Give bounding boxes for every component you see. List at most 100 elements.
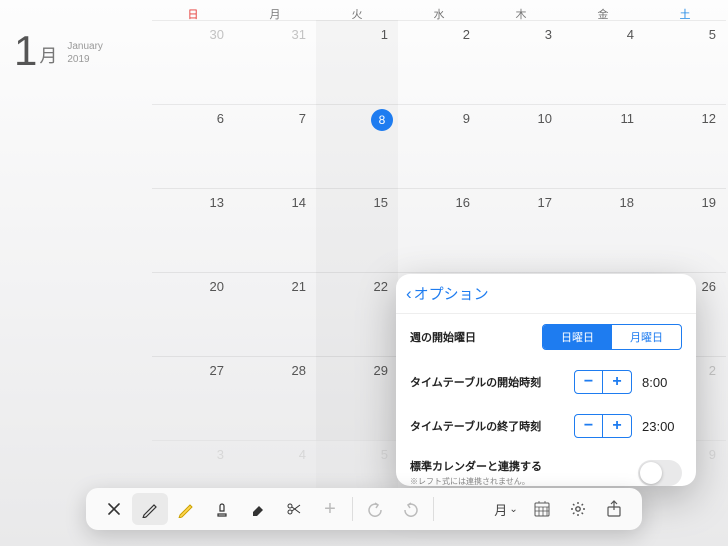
date-number: 4 <box>299 447 306 462</box>
plus-icon[interactable]: + <box>603 415 631 437</box>
calendar-cell[interactable]: 8 <box>316 104 398 188</box>
date-number: 22 <box>374 279 388 294</box>
month-english: January <box>67 40 103 53</box>
scissors-tool-button[interactable] <box>276 493 312 525</box>
add-button[interactable]: + <box>312 493 348 525</box>
settings-button[interactable] <box>560 493 596 525</box>
calendar-cell[interactable]: 14 <box>234 188 316 272</box>
date-number: 6 <box>217 111 224 126</box>
month-number: 1 <box>14 30 37 72</box>
highlighter-tool-button[interactable] <box>168 493 204 525</box>
date-number: 19 <box>702 195 716 210</box>
calendar-cell[interactable]: 15 <box>316 188 398 272</box>
calendar-cell[interactable]: 12 <box>644 104 726 188</box>
date-number: 13 <box>210 195 224 210</box>
eraser-tool-button[interactable] <box>240 493 276 525</box>
date-number: 10 <box>538 111 552 126</box>
date-number: 28 <box>292 363 306 378</box>
calendar-cell[interactable]: 30 <box>152 20 234 104</box>
plus-icon[interactable]: + <box>603 371 631 393</box>
date-number: 29 <box>374 363 388 378</box>
date-number: 27 <box>210 363 224 378</box>
date-number: 14 <box>292 195 306 210</box>
calendar-cell[interactable]: 20 <box>152 272 234 356</box>
share-button[interactable] <box>596 493 632 525</box>
stamp-tool-button[interactable] <box>204 493 240 525</box>
undo-button[interactable] <box>357 493 393 525</box>
week-start-segment[interactable]: 日曜日 月曜日 <box>542 324 682 350</box>
calendar-cell[interactable]: 21 <box>234 272 316 356</box>
date-number: 30 <box>210 27 224 42</box>
calendar-cell[interactable]: 28 <box>234 356 316 440</box>
date-number: 3 <box>545 27 552 42</box>
timetable-end-stepper[interactable]: − + <box>574 414 632 438</box>
date-number: 5 <box>709 27 716 42</box>
today-marker: 8 <box>371 109 393 131</box>
calendar-cell[interactable]: 3 <box>480 20 562 104</box>
calendar-cell[interactable]: 31 <box>234 20 316 104</box>
month-year: 2019 <box>67 53 103 66</box>
week-start-monday[interactable]: 月曜日 <box>612 325 681 349</box>
calendar-cell[interactable]: 9 <box>398 104 480 188</box>
date-number: 2 <box>709 363 716 378</box>
week-start-sunday[interactable]: 日曜日 <box>543 325 612 349</box>
date-number: 12 <box>702 111 716 126</box>
date-number: 1 <box>381 27 388 42</box>
pen-tool-button[interactable] <box>132 493 168 525</box>
calendar-cell[interactable]: 5 <box>644 20 726 104</box>
calendar-cell[interactable]: 10 <box>480 104 562 188</box>
date-number: 26 <box>702 279 716 294</box>
minus-icon[interactable]: − <box>575 371 603 393</box>
link-calendar-toggle[interactable] <box>638 460 682 486</box>
calendar-view-button[interactable] <box>524 493 560 525</box>
date-number: 9 <box>709 447 716 462</box>
minus-icon[interactable]: − <box>575 415 603 437</box>
calendar-cell[interactable]: 6 <box>152 104 234 188</box>
date-number: 31 <box>292 27 306 42</box>
date-number: 17 <box>538 195 552 210</box>
toolbar-divider <box>433 497 434 521</box>
redo-button[interactable] <box>393 493 429 525</box>
date-number: 15 <box>374 195 388 210</box>
calendar-cell[interactable]: 4 <box>562 20 644 104</box>
month-suffix: 月 <box>39 42 57 68</box>
timetable-start-label: タイムテーブルの開始時刻 <box>410 374 541 390</box>
view-mode-button[interactable]: 月 ⌄ <box>488 493 524 525</box>
calendar-cell[interactable]: 7 <box>234 104 316 188</box>
calendar-cell[interactable]: 22 <box>316 272 398 356</box>
calendar-cell[interactable]: 29 <box>316 356 398 440</box>
calendar-cell[interactable]: 16 <box>398 188 480 272</box>
timetable-start-stepper[interactable]: − + <box>574 370 632 394</box>
link-calendar-label: 標準カレンダーと連携する <box>410 458 542 474</box>
calendar-cell[interactable]: 11 <box>562 104 644 188</box>
calendar-cell[interactable]: 13 <box>152 188 234 272</box>
calendar-app: { "month": { "number": "1", "suffix": "月… <box>0 0 728 546</box>
link-calendar-note: ※レフト式には連携されません。 <box>410 476 542 486</box>
date-number: 3 <box>217 447 224 462</box>
date-number: 16 <box>456 195 470 210</box>
toolbar: + 月 ⌄ <box>86 488 642 530</box>
toolbar-divider <box>352 497 353 521</box>
calendar-cell[interactable]: 18 <box>562 188 644 272</box>
calendar-cell[interactable]: 19 <box>644 188 726 272</box>
close-button[interactable] <box>96 493 132 525</box>
timetable-end-label: タイムテーブルの終了時刻 <box>410 418 541 434</box>
date-number: 20 <box>210 279 224 294</box>
week-start-label: 週の開始曜日 <box>410 329 476 345</box>
calendar-cell[interactable]: 1 <box>316 20 398 104</box>
chevron-down-icon: ⌄ <box>509 504 517 515</box>
date-number: 18 <box>620 195 634 210</box>
date-number: 11 <box>621 111 635 126</box>
view-mode-label: 月 <box>494 500 507 519</box>
date-number: 4 <box>627 27 634 42</box>
calendar-cell[interactable]: 27 <box>152 356 234 440</box>
calendar-cell[interactable]: 17 <box>480 188 562 272</box>
popover-title[interactable]: オプション <box>414 283 489 304</box>
date-number: 2 <box>463 27 470 42</box>
options-popover: ‹ オプション 週の開始曜日 日曜日 月曜日 タイムテーブルの開始時刻 − + … <box>396 274 696 486</box>
date-number: 21 <box>292 279 306 294</box>
date-number: 7 <box>299 111 306 126</box>
date-number: 5 <box>381 447 388 462</box>
calendar-cell[interactable]: 2 <box>398 20 480 104</box>
back-chevron-icon[interactable]: ‹ <box>406 284 412 304</box>
